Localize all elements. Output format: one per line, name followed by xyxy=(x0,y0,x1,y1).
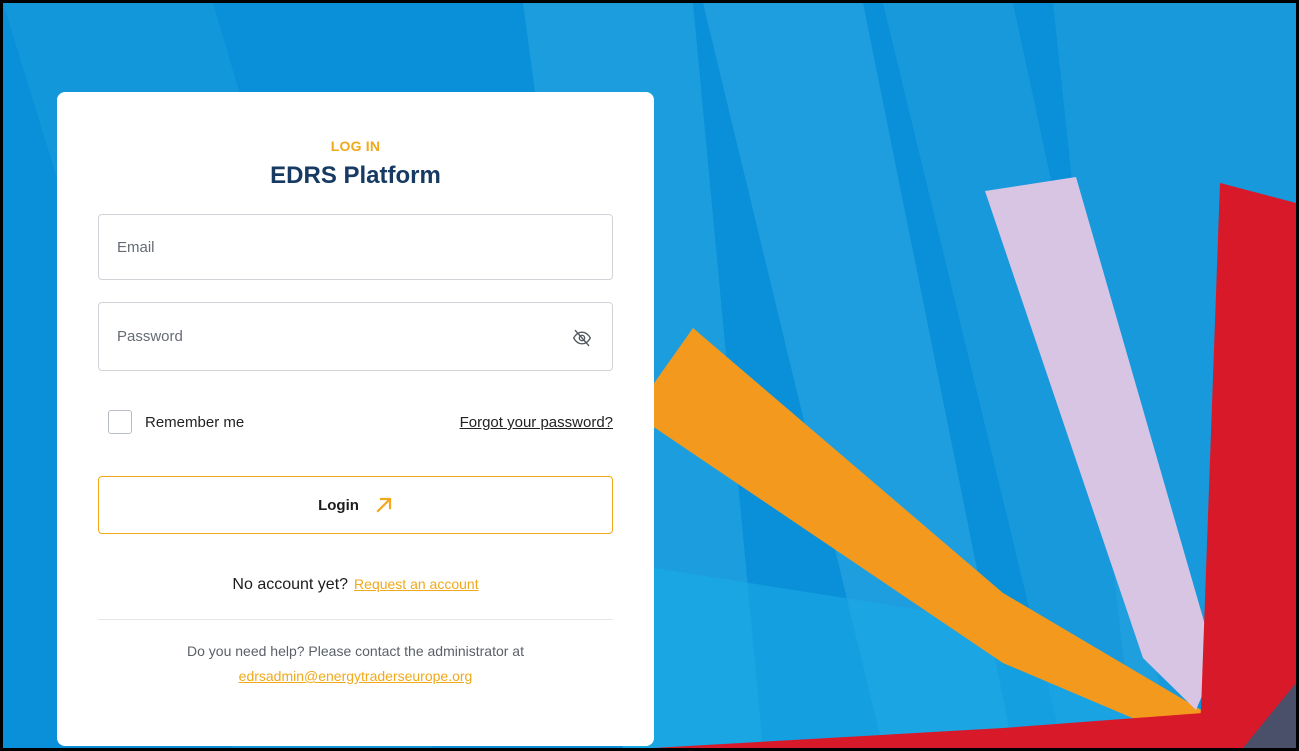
login-eyebrow: LOG IN xyxy=(330,138,381,154)
arrow-up-right-icon xyxy=(376,497,392,513)
password-input[interactable] xyxy=(99,303,612,370)
remember-me-checkbox[interactable] xyxy=(108,410,132,434)
request-account-link[interactable]: Request an account xyxy=(354,576,479,592)
email-input[interactable] xyxy=(99,215,612,279)
login-card: LOG IN EDRS Platform Remember me Forgot … xyxy=(57,92,654,746)
email-field[interactable] xyxy=(98,214,613,280)
no-account-text: No account yet? xyxy=(232,576,349,593)
no-account-row: No account yet? Request an account xyxy=(57,576,654,594)
login-button[interactable]: Login xyxy=(98,476,613,534)
eye-off-icon[interactable] xyxy=(572,328,592,348)
admin-email-link[interactable]: edrsadmin@energytraderseurope.org xyxy=(239,668,473,684)
remember-me-toggle[interactable]: Remember me xyxy=(108,410,244,434)
password-field[interactable] xyxy=(98,302,613,371)
login-button-label: Login xyxy=(318,496,359,514)
help-text: Do you need help? Please contact the adm… xyxy=(187,643,524,659)
divider xyxy=(98,619,613,620)
page-frame: LOG IN EDRS Platform Remember me Forgot … xyxy=(0,0,1299,751)
help-email-row: edrsadmin@energytraderseurope.org xyxy=(57,668,654,686)
forgot-password-link[interactable]: Forgot your password? xyxy=(460,414,613,431)
remember-me-label: Remember me xyxy=(145,413,245,431)
page-title: EDRS Platform xyxy=(270,162,441,189)
